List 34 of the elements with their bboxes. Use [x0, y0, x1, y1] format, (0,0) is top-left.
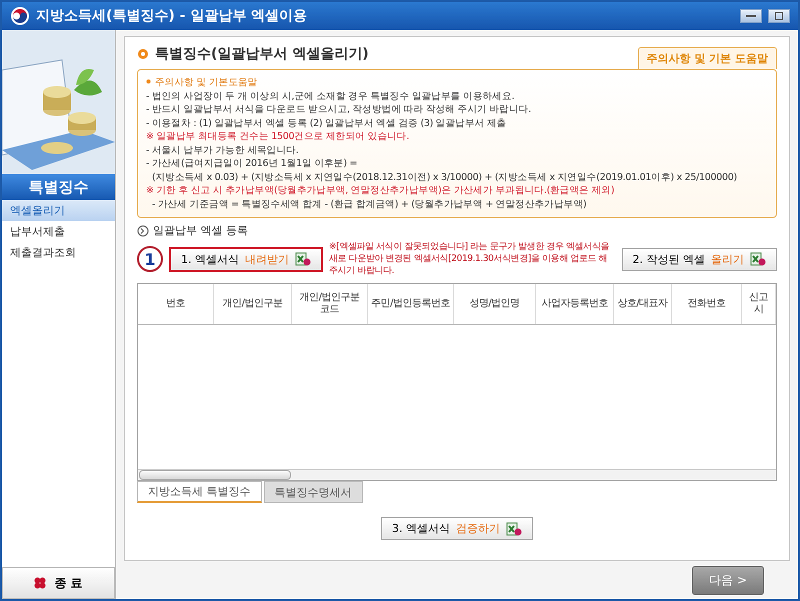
upload-button[interactable]: 2. 작성된 엑셀 올리기 [622, 248, 777, 270]
sidebar-item[interactable]: 납부서제출 [2, 221, 115, 242]
warning-text: ※[엑셀파일 서식이 잘못되었습니다] 라는 문구가 발생한 경우 엑셀서식을 새로 다운받아 변경된 엑셀서식[2019.1.30서식변경]을 이용해 업로드 해주시기 바랍니다. [329, 241, 610, 277]
column-header: 주민/법인등록번호 [368, 284, 454, 324]
notice-line: (지방소득세 x 0.03) + (지방소득세 x 지연일수(2018.12.31이전) x 3/10000) + (지방소득세 x 지연일수(2019.01.01이후) x 25/100000) [151, 170, 738, 184]
notice-line: - 가산세 기준금액 = 특별징수세액 합계 - (환급 합계금액) + (당월추가납부액 + 연말정산추가납부액) [151, 198, 588, 211]
sidebar-header: 특별징수 [2, 174, 115, 200]
column-header: 성명/법인명 [454, 284, 536, 324]
notice-line: - 이용절차 : (1) 일괄납부서 엑셀 등록 (2) 일괄납부서 엑셀 검증 (3) 일괄납부서 제출 [146, 116, 508, 130]
column-header: 개인/법인구분 코드 [292, 284, 368, 324]
verify-button[interactable]: 3. 엑셀서식 검증하기 [381, 517, 533, 540]
step-marker: 1 [137, 246, 163, 272]
notice-line: - 가산세(급여지급일이 2016년 1월1일 이후분) = [146, 157, 358, 170]
sheet-tab[interactable]: 지방소득세 특별징수 [137, 481, 262, 503]
column-header: 신고 시 [742, 284, 776, 324]
notice-line: - 반드시 일괄납부서 서식을 다운로드 받으시고, 작성방법에 따라 작성해 주시기 바랍니다. [146, 103, 532, 116]
column-header: 상호/대표자 [614, 284, 672, 324]
section-title: 일괄납부 엑셀 등록 [153, 223, 248, 238]
column-header: 번호 [138, 284, 214, 324]
notice-line: - 서울시 납부가 가능한 세목입니다. [146, 144, 300, 157]
download-button[interactable]: 1. 엑셀서식 내려받기 [169, 246, 323, 272]
window-title: 지방소득세(특별징수) - 일괄납부 엑셀이용 [36, 7, 308, 25]
sidebar-item[interactable]: 엑셀올리기 [2, 200, 115, 221]
page-title: 특별징수(일괄납부서 엑셀올리기) [155, 45, 369, 63]
notice-line: - 법인의 사업장이 두 개 이상의 시,군에 소재할 경우 특별징수 일괄납부를 이용하세요. [146, 90, 516, 103]
sidebar-item[interactable]: 제출결과조회 [2, 242, 115, 263]
notice-line: 주의사항 및 기본도움말 [146, 76, 768, 90]
column-header: 개인/법인구분 [214, 284, 292, 324]
column-header: 전화번호 [672, 284, 742, 324]
notice-line: ※ 기한 후 신고 시 추가납부액(당월추가납부액, 연말정산추가납부액)은 가산세가 부과됩니다.(환급액은 제외) [146, 184, 616, 198]
exit-button[interactable]: 종 료 [2, 567, 115, 599]
notice-line: ※ 일괄납부 최대등록 건수는 1500건으로 제한되어 있습니다. [146, 130, 410, 144]
sheet-tab[interactable]: 특별징수명세서 [264, 481, 362, 503]
column-header: 사업자등록번호 [536, 284, 614, 324]
